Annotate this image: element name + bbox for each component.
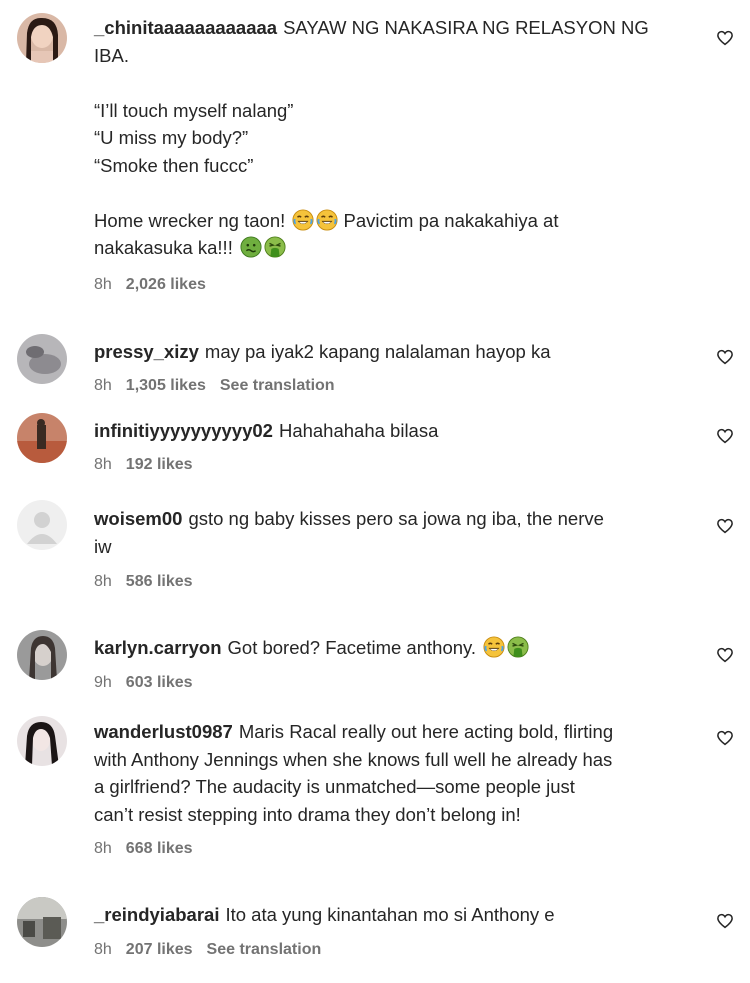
comment-meta: 9h 603 likes (94, 674, 704, 692)
avatar[interactable] (17, 334, 67, 384)
comment-body: Got bored? Facetime anthony. (227, 637, 477, 658)
comment-text-first: SAYAW NG NAKASIRA NG RELASYON NG (283, 17, 649, 38)
avatar[interactable] (17, 500, 67, 550)
comment-time: 8h (94, 573, 112, 590)
comment-meta: 8h 668 likes (94, 840, 704, 858)
comment-time: 9h (94, 674, 112, 691)
comment-likes[interactable]: 668 likes (126, 840, 193, 858)
avatar[interactable] (17, 13, 67, 63)
see-translation-link[interactable]: See translation (207, 941, 322, 959)
comment-text: _reindyiabarai Ito ata yung kinantahan mo… (94, 901, 704, 929)
comment-text: pressy_xizy may pa iyak2 kapang nalalaman… (94, 338, 704, 366)
comment-text-first: Maris Racal really out here acting bold,… (238, 721, 614, 742)
face-with-tears-of-joy-icon (483, 636, 505, 658)
comment-username[interactable]: wanderlust0987 (94, 721, 233, 742)
comment-meta: 8h 1,305 likes See translation (94, 377, 704, 395)
comment-text-rest: iw (94, 535, 112, 557)
heart-outline-icon[interactable] (716, 29, 734, 47)
comment-username[interactable]: _reindyiabarai (94, 904, 219, 925)
avatar[interactable] (17, 413, 67, 463)
comment-meta: 8h 2,026 likes (94, 276, 704, 294)
comment-text: _chinitaaaaaaaaaaaa SAYAW NG NAKASIRA NG … (94, 14, 704, 262)
comment-text-end: nakakasuka ka!!! (94, 237, 233, 258)
comment-time: 8h (94, 276, 112, 293)
comment-likes[interactable]: 603 likes (126, 674, 193, 692)
heart-outline-icon[interactable] (716, 646, 734, 664)
comment-likes[interactable]: 207 likes (126, 941, 193, 959)
comment-username[interactable]: woisem00 (94, 508, 182, 529)
comment-body: Hahahahaha bilasa (278, 420, 439, 441)
face-vomiting-icon (264, 236, 286, 258)
heart-outline-icon[interactable] (716, 348, 734, 366)
comment-time: 8h (94, 377, 112, 394)
heart-outline-icon[interactable] (716, 517, 734, 535)
comment-meta: 8h 207 likes See translation (94, 941, 704, 959)
comment-text-rest: IBA. “I’ll touch myself nalang” “U miss … (94, 44, 294, 231)
comment-time: 8h (94, 840, 112, 857)
comment-text: karlyn.carryon Got bored? Facetime anthon… (94, 634, 704, 662)
nauseated-face-icon (240, 236, 262, 258)
heart-outline-icon[interactable] (716, 729, 734, 747)
comment-meta: 8h 586 likes (94, 573, 704, 591)
avatar[interactable] (17, 630, 67, 680)
comment-text-rest: with Anthony Jennings when she knows ful… (94, 748, 613, 825)
comment-text: infinitiyyyyyyyyyy02 Hahahahaha bilasa (94, 417, 704, 445)
comment-text: wanderlust0987 Maris Racal really out her… (94, 718, 704, 828)
comment-text: woisem00 gsto ng baby kisses pero sa jowa… (94, 505, 704, 560)
comment-time: 8h (94, 456, 112, 473)
comment-body: may pa iyak2 kapang nalalaman hayop ka (204, 341, 551, 362)
comment-username[interactable]: pressy_xizy (94, 341, 199, 362)
comment-username[interactable]: _chinitaaaaaaaaaaaa (94, 17, 277, 38)
comment-meta: 8h 192 likes (94, 456, 704, 474)
avatar[interactable] (17, 716, 67, 766)
comment-likes[interactable]: 192 likes (126, 456, 193, 474)
face-with-tears-of-joy-icon (292, 209, 314, 231)
comment-time: 8h (94, 941, 112, 958)
face-vomiting-icon (507, 636, 529, 658)
comment-body: Ito ata yung kinantahan mo si Anthony e (225, 904, 555, 925)
see-translation-link[interactable]: See translation (220, 377, 335, 395)
comment-username[interactable]: karlyn.carryon (94, 637, 222, 658)
comment-text-first: gsto ng baby kisses pero sa jowa ng iba,… (188, 508, 604, 529)
heart-outline-icon[interactable] (716, 427, 734, 445)
comment-username[interactable]: infinitiyyyyyyyyyy02 (94, 420, 273, 441)
avatar[interactable] (17, 897, 67, 947)
comment-text-mid: Pavictim pa nakakahiya at (338, 209, 559, 231)
face-with-tears-of-joy-icon (316, 209, 338, 231)
comment-likes[interactable]: 1,305 likes (126, 377, 206, 395)
comment-likes[interactable]: 2,026 likes (126, 276, 206, 294)
comment-likes[interactable]: 586 likes (126, 573, 193, 591)
heart-outline-icon[interactable] (716, 912, 734, 930)
